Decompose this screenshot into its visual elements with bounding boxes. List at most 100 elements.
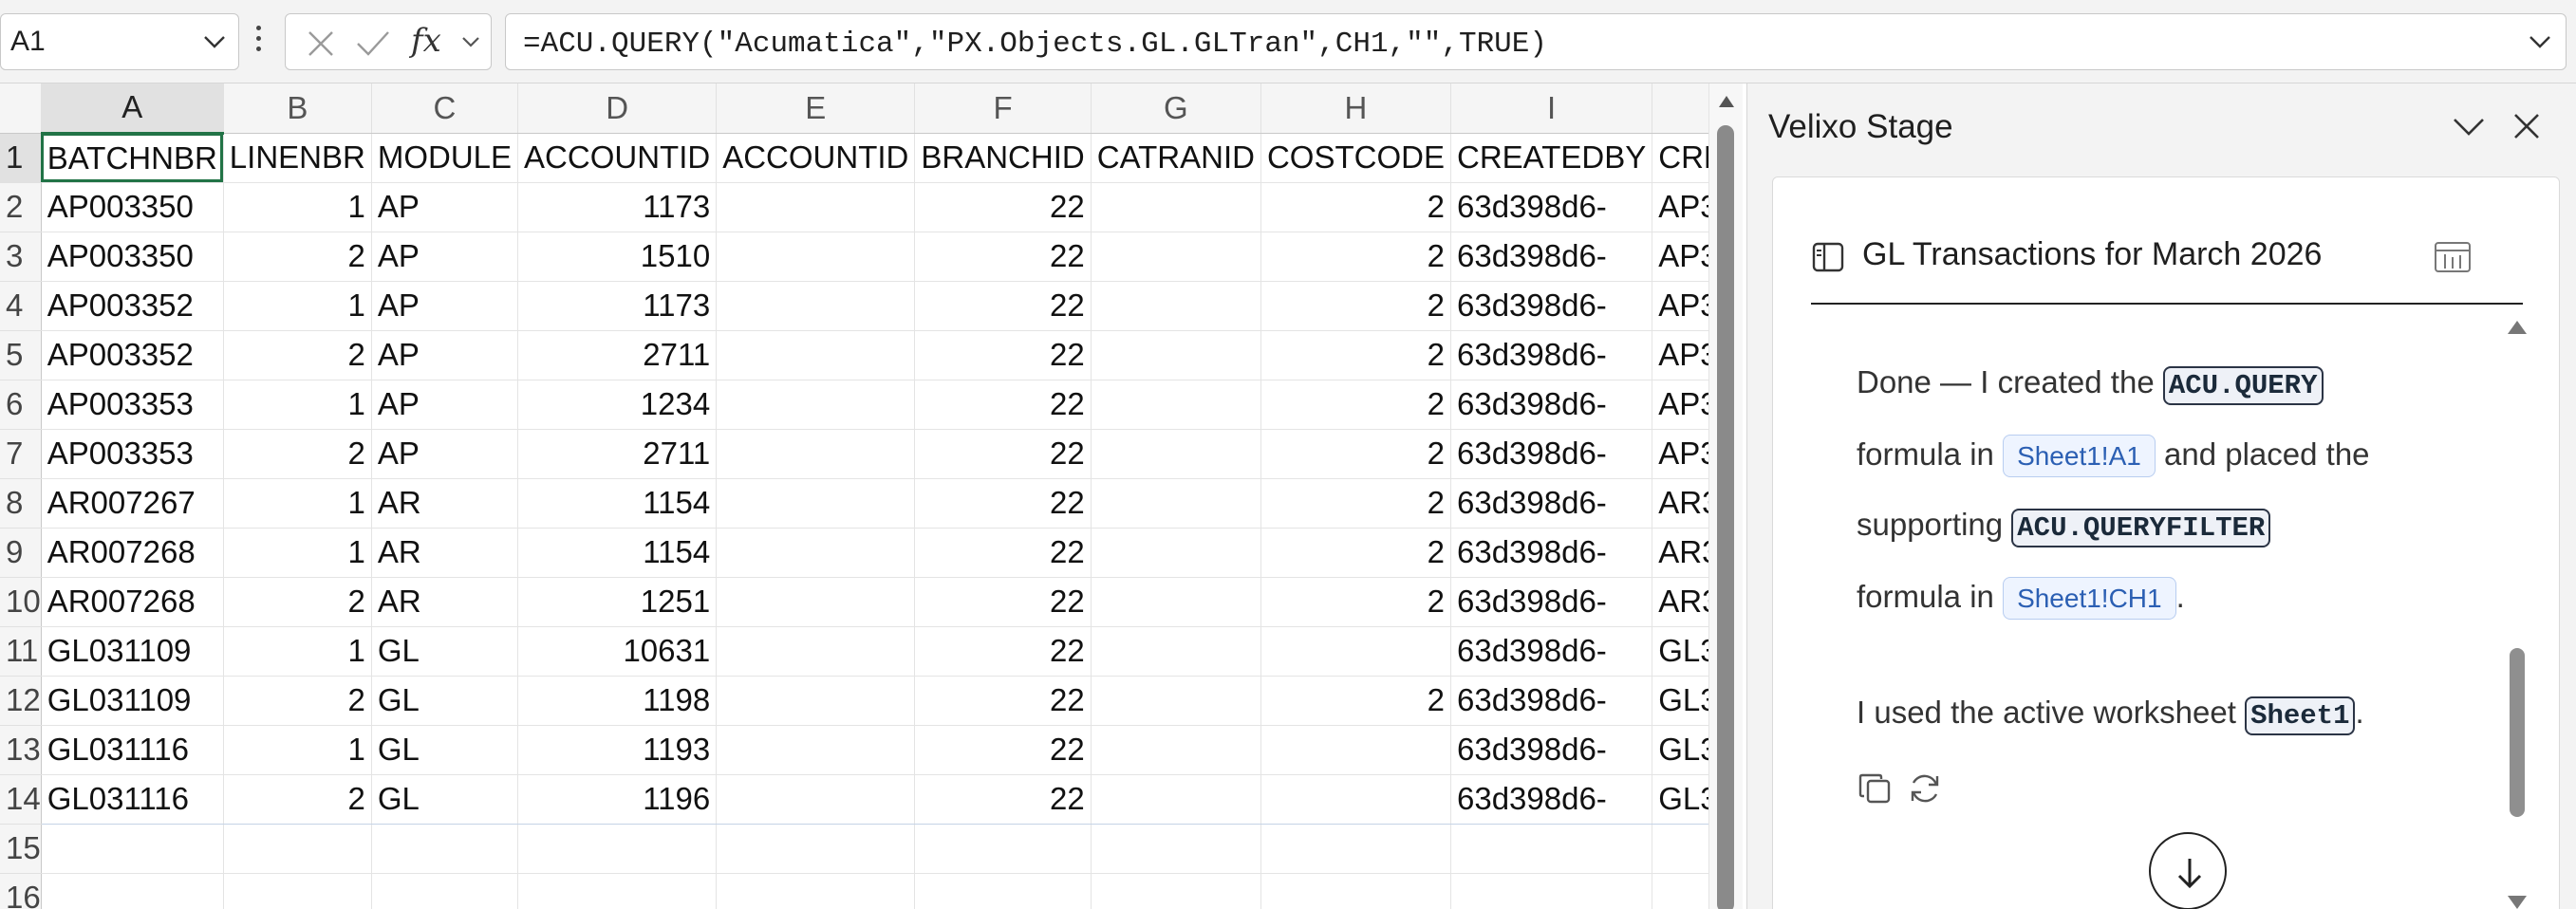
cell[interactable]: 2 xyxy=(1260,380,1451,430)
name-box[interactable]: A1 xyxy=(0,13,239,70)
column-header[interactable] xyxy=(1652,83,1708,134)
cell[interactable] xyxy=(716,330,916,380)
cell[interactable] xyxy=(914,873,1092,909)
cell[interactable]: AP xyxy=(371,232,519,282)
scrollbar-thumb[interactable] xyxy=(1717,125,1734,909)
cell[interactable] xyxy=(371,873,519,909)
cell[interactable]: 2 xyxy=(223,330,372,380)
cell[interactable] xyxy=(716,182,916,232)
cell[interactable] xyxy=(716,281,916,331)
cell[interactable] xyxy=(1091,774,1261,825)
cell[interactable]: AP003353 xyxy=(41,429,224,479)
column-header[interactable]: I xyxy=(1450,83,1653,134)
cell[interactable]: 2 xyxy=(1260,182,1451,232)
vertical-dots-icon[interactable] xyxy=(254,23,262,61)
calculator-icon[interactable] xyxy=(2434,240,2472,279)
cell[interactable]: 2711 xyxy=(517,429,718,479)
fx-icon[interactable]: fx xyxy=(411,22,441,60)
row-header[interactable]: 10 xyxy=(0,577,42,627)
cell[interactable] xyxy=(1091,478,1261,529)
cell[interactable] xyxy=(371,824,519,874)
cell[interactable]: AP3025 xyxy=(1652,429,1708,479)
cell[interactable] xyxy=(716,380,916,430)
cell[interactable] xyxy=(517,873,718,909)
cell[interactable]: AP3025 xyxy=(1652,281,1708,331)
cell[interactable]: MODULE xyxy=(371,133,519,183)
cell[interactable]: 63d398d6- xyxy=(1450,478,1653,529)
cell[interactable]: 22 xyxy=(914,676,1092,726)
cell[interactable] xyxy=(1091,429,1261,479)
cell[interactable]: 2 xyxy=(1260,429,1451,479)
cell[interactable]: 1 xyxy=(223,281,372,331)
cell[interactable]: 1 xyxy=(223,528,372,578)
cell[interactable]: AR3025 xyxy=(1652,577,1708,627)
cell[interactable]: 22 xyxy=(914,577,1092,627)
cell[interactable]: 22 xyxy=(914,380,1092,430)
cell[interactable]: 2 xyxy=(1260,577,1451,627)
cell[interactable] xyxy=(716,626,916,677)
cell[interactable]: 1 xyxy=(223,380,372,430)
cell[interactable] xyxy=(1652,873,1708,909)
cell[interactable]: 22 xyxy=(914,478,1092,529)
cell[interactable]: AP003352 xyxy=(41,330,224,380)
cell[interactable]: 1 xyxy=(223,478,372,529)
cell[interactable]: 2 xyxy=(223,577,372,627)
side-panel-icon[interactable] xyxy=(1811,240,1845,279)
cell[interactable] xyxy=(1091,232,1261,282)
row-header[interactable]: 9 xyxy=(0,528,42,578)
cell[interactable]: 63d398d6- xyxy=(1450,577,1653,627)
row-header[interactable]: 4 xyxy=(0,281,42,331)
cell[interactable]: AP3025 xyxy=(1652,182,1708,232)
cell[interactable] xyxy=(716,873,916,909)
scroll-down-icon[interactable] xyxy=(2506,893,2529,909)
cell[interactable] xyxy=(1260,873,1451,909)
cell[interactable]: 1196 xyxy=(517,774,718,825)
cell-reference-chip[interactable]: Sheet1!CH1 xyxy=(2003,577,2176,620)
vertical-scrollbar[interactable] xyxy=(1708,83,1743,909)
cell[interactable]: 63d398d6- xyxy=(1450,380,1653,430)
cell[interactable] xyxy=(716,577,916,627)
cell[interactable] xyxy=(1091,676,1261,726)
cell[interactable]: AP xyxy=(371,281,519,331)
chat-scrollbar[interactable] xyxy=(2502,318,2530,909)
cell[interactable]: 1234 xyxy=(517,380,718,430)
cell[interactable]: 1251 xyxy=(517,577,718,627)
column-header[interactable]: A xyxy=(41,83,224,135)
cell[interactable] xyxy=(41,824,224,874)
cell[interactable]: 1198 xyxy=(517,676,718,726)
cell[interactable]: ACCOUNTID xyxy=(716,133,916,183)
cell[interactable]: GL xyxy=(371,774,519,825)
column-header[interactable]: F xyxy=(914,83,1092,134)
cell[interactable] xyxy=(716,232,916,282)
cell[interactable]: AP003350 xyxy=(41,182,224,232)
cell[interactable]: GL3010 xyxy=(1652,676,1708,726)
cell[interactable] xyxy=(1091,330,1261,380)
cell[interactable]: 63d398d6- xyxy=(1450,626,1653,677)
cell[interactable] xyxy=(41,873,224,909)
cell[interactable]: GL031116 xyxy=(41,725,224,775)
cell[interactable]: 22 xyxy=(914,429,1092,479)
row-header[interactable]: 1 xyxy=(0,133,42,183)
check-icon[interactable] xyxy=(354,28,392,65)
cell[interactable]: AR007267 xyxy=(41,478,224,529)
cell[interactable] xyxy=(1091,528,1261,578)
x-icon[interactable] xyxy=(305,28,337,65)
cell[interactable]: AR007268 xyxy=(41,528,224,578)
scrollbar-thumb[interactable] xyxy=(2510,648,2525,817)
cell[interactable]: 22 xyxy=(914,281,1092,331)
column-header[interactable]: D xyxy=(517,83,718,134)
cell[interactable]: 2 xyxy=(223,774,372,825)
cell[interactable]: 22 xyxy=(914,182,1092,232)
cell[interactable]: 63d398d6- xyxy=(1450,330,1653,380)
cell[interactable]: ACCOUNTID xyxy=(517,133,718,183)
cell[interactable] xyxy=(716,478,916,529)
cell[interactable]: BRANCHID xyxy=(914,133,1092,183)
row-header[interactable]: 16 xyxy=(0,873,42,909)
cell[interactable] xyxy=(716,824,916,874)
cell[interactable]: 1154 xyxy=(517,528,718,578)
copy-icon[interactable] xyxy=(1857,770,1895,812)
cell[interactable] xyxy=(1091,577,1261,627)
cell[interactable]: AP xyxy=(371,380,519,430)
cell[interactable]: AP xyxy=(371,429,519,479)
cell[interactable]: GL xyxy=(371,626,519,677)
